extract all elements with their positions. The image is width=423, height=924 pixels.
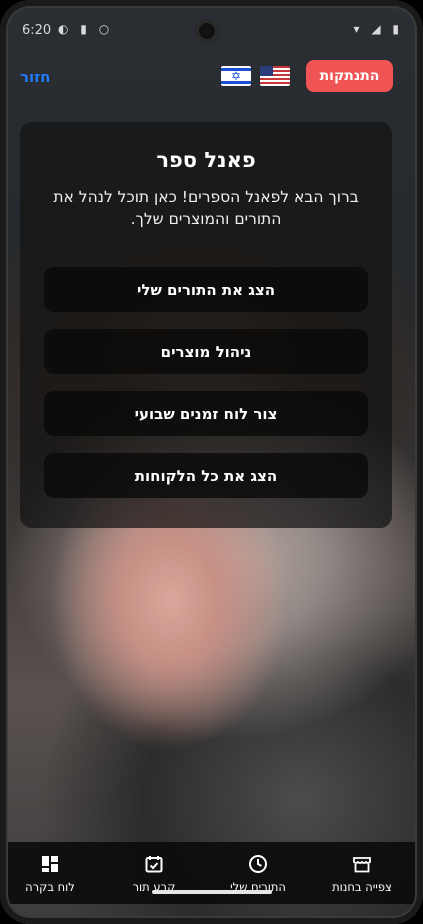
create-weekly-schedule-button[interactable]: צור לוח זמנים שבועי — [44, 391, 368, 436]
dashboard-icon — [42, 856, 58, 872]
tab-store-view[interactable]: צפייה בחנות — [312, 842, 412, 904]
back-button[interactable]: חזור — [20, 68, 51, 86]
show-all-customers-button[interactable]: הצג את כל הלקוחות — [44, 453, 368, 498]
camera-cutout — [195, 19, 219, 43]
status-system-icons: ▾ ◢ ▮ — [353, 22, 403, 36]
logout-button[interactable]: התנתקות — [306, 60, 393, 92]
barber-panel-card: פאנל ספר ברוך הבא לפאנל הספרים! כאן תוכל… — [20, 122, 392, 528]
status-time: 6:20 — [22, 23, 52, 38]
tab-store-view-label: צפייה בחנות — [332, 880, 392, 894]
top-bar: חזור ✡ התנתקות — [0, 60, 423, 92]
calendar-check-icon — [145, 856, 163, 873]
app-screen: 6:20 ◐ ▮ ○ ▾ ◢ ▮ חזור ✡ התנתקות פאנל ספר… — [0, 0, 423, 924]
usa-flag-icon[interactable] — [260, 66, 290, 86]
store-icon — [353, 857, 371, 873]
show-my-appointments-button[interactable]: הצג את התורים שלי — [44, 267, 368, 312]
tab-my-appointments[interactable]: התורים שלי — [208, 842, 308, 904]
tab-book-appointment[interactable]: קבע תור — [104, 842, 204, 904]
status-notification-icons: ◐ ▮ ○ — [58, 22, 114, 36]
clock-icon — [249, 855, 267, 873]
bottom-tab-bar: לוח בקרה קבע תור התורים שלי צפייה בחנות — [0, 842, 423, 904]
manage-products-button[interactable]: ניהול מוצרים — [44, 329, 368, 374]
panel-description: ברוך הבא לפאנל הספרים! כאן תוכל לנהל את … — [53, 188, 359, 228]
home-indicator[interactable] — [152, 890, 272, 894]
tab-dashboard-label: לוח בקרה — [25, 880, 75, 894]
israel-flag-icon[interactable]: ✡ — [221, 66, 251, 86]
panel-title: פאנל ספר — [156, 148, 256, 172]
tab-dashboard[interactable]: לוח בקרה — [0, 842, 100, 904]
